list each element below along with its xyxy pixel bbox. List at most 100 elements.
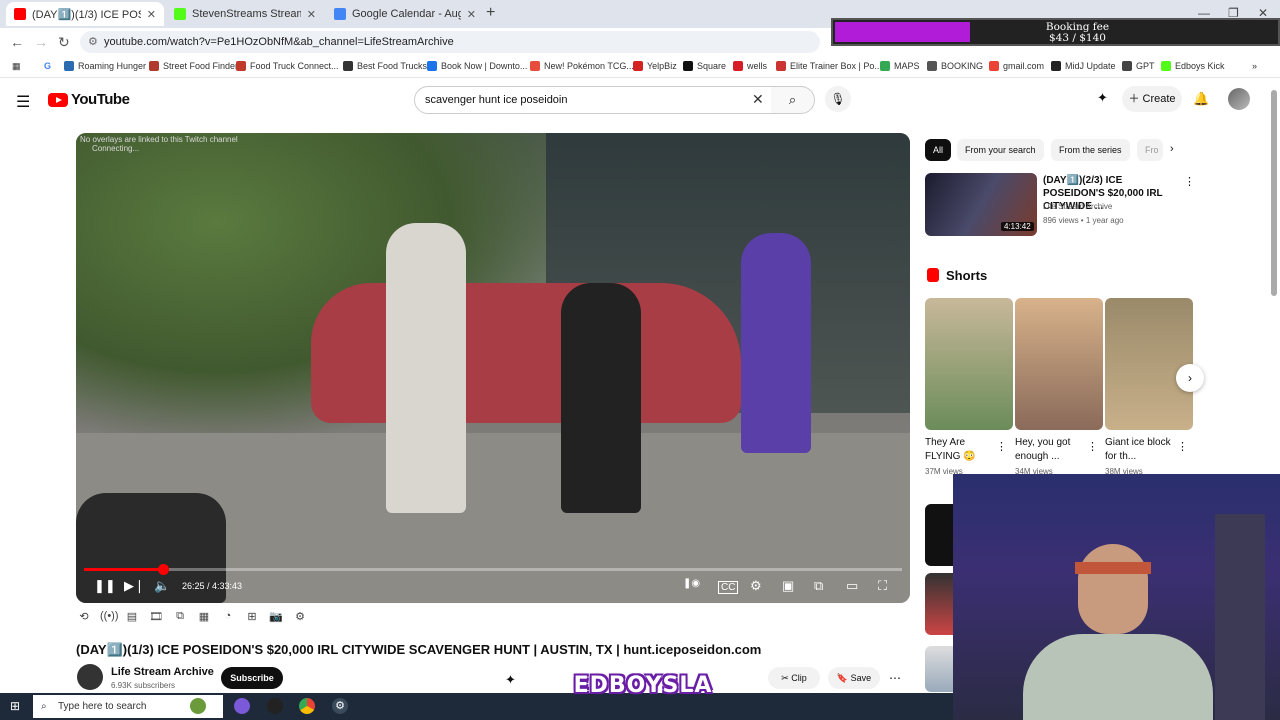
clip-button[interactable]: ✂ Clip	[768, 667, 820, 689]
miniplayer-icon[interactable]: ▣	[782, 578, 794, 594]
bookmark-item[interactable]: gmail.com	[989, 61, 1044, 71]
channel-avatar[interactable]	[77, 664, 103, 690]
tab-stevenstreams[interactable]: StevenStreams Stream - Watch ✕	[166, 2, 324, 26]
bookmark-item[interactable]: Food Truck Connect...	[236, 61, 339, 71]
chip-truncated[interactable]: Fro	[1137, 139, 1163, 161]
close-tab-icon[interactable]: ✕	[147, 8, 156, 21]
bookmark-item[interactable]: Roaming Hunger	[64, 61, 146, 71]
gear-icon[interactable]: ⚙	[292, 610, 308, 630]
screenshot-icon[interactable]: ▤	[124, 610, 140, 630]
search-button[interactable]: ⌕	[771, 86, 815, 114]
more-vert-icon[interactable]: ⋮	[1177, 440, 1188, 453]
settings-gear-icon[interactable]: ⚙	[332, 698, 348, 714]
extension-icon[interactable]: ✦	[1097, 90, 1108, 106]
next-video-icon[interactable]: ▶❘	[124, 578, 145, 594]
add-icon[interactable]: ⊞	[244, 610, 260, 630]
subscriber-count: 6.93K subscribers	[111, 681, 176, 690]
close-tab-icon[interactable]: ✕	[307, 8, 316, 21]
channel-name[interactable]: Life Stream Archive	[111, 666, 214, 678]
camera-icon[interactable]: 📷	[268, 610, 284, 630]
sidebar-thumbnail[interactable]	[925, 504, 955, 566]
chevron-right-icon[interactable]: ›	[1170, 143, 1174, 155]
short-thumbnail[interactable]	[1015, 298, 1103, 430]
short-title[interactable]: They Are FLYING 😳	[925, 436, 995, 464]
windows-start-icon[interactable]: ⊞	[10, 699, 20, 713]
recommended-channel[interactable]: Life Stream Archive	[1043, 202, 1112, 211]
short-title[interactable]: Giant ice block for th...	[1105, 436, 1175, 464]
bookmark-item[interactable]: Best Food Trucks	[343, 61, 427, 71]
audio-icon[interactable]: ((•))	[100, 610, 119, 630]
new-tab-button[interactable]: +	[486, 4, 495, 22]
more-actions-icon[interactable]: ⋯	[889, 671, 901, 685]
bookmark-item[interactable]: Edboys Kick	[1161, 61, 1225, 71]
bookmark-item[interactable]: BOOKING	[927, 61, 983, 71]
app-icon[interactable]	[267, 698, 283, 714]
menu-icon[interactable]: ☰	[16, 92, 30, 112]
more-bookmarks-icon[interactable]: »	[1252, 61, 1257, 71]
url-input[interactable]: ⚙ youtube.com/watch?v=Pe1HOzObNfM&ab_cha…	[80, 31, 820, 53]
sidebar-thumbnail[interactable]	[925, 573, 955, 635]
reload-icon[interactable]: ↻	[58, 34, 70, 51]
bookmark-item[interactable]: Square	[683, 61, 726, 71]
chrome-icon[interactable]	[299, 698, 315, 714]
settings-gear-icon[interactable]: ⚙	[750, 578, 762, 594]
chip-from-your-search[interactable]: From your search	[957, 139, 1044, 161]
google-icon[interactable]: G	[44, 61, 51, 71]
short-thumbnail[interactable]	[925, 298, 1013, 430]
more-vert-icon[interactable]: ⋮	[1184, 175, 1195, 188]
more-vert-icon[interactable]: ⋮	[1087, 440, 1098, 453]
fullscreen-icon[interactable]: ⛶	[878, 578, 887, 594]
tab-youtube[interactable]: (DAY1️⃣)(1/3) ICE POSEIDON ✕	[6, 2, 164, 26]
forward-icon[interactable]: →	[34, 34, 48, 50]
bookmark-item[interactable]: MAPS	[880, 61, 920, 71]
captions-icon[interactable]: CC	[718, 581, 739, 594]
bookmark-item[interactable]: Street Food Finder	[149, 61, 238, 71]
bookmark-item[interactable]: Elite Trainer Box | Po...	[776, 61, 882, 71]
volume-icon[interactable]: 🔈	[154, 578, 170, 594]
bookmark-item[interactable]: YelpBiz	[633, 61, 677, 71]
back-icon[interactable]: ←	[10, 34, 24, 50]
extension-icon[interactable]: ✦	[505, 672, 516, 688]
apps-grid-icon[interactable]: ▦	[12, 61, 21, 72]
video-player[interactable]: No overlays are linked to this Twitch ch…	[76, 133, 910, 603]
video-progress-bar[interactable]	[84, 564, 902, 575]
bookmark-item[interactable]: Book Now | Downto...	[427, 61, 527, 71]
user-avatar[interactable]	[1228, 88, 1250, 110]
notifications-bell-icon[interactable]: 🔔	[1193, 91, 1209, 107]
page-scrollbar[interactable]	[1271, 90, 1277, 296]
grid-icon[interactable]: ▦	[196, 610, 212, 630]
bookmark-item[interactable]: New! Pokémon TCG...	[530, 61, 634, 71]
pip-icon[interactable]: ⧉	[814, 578, 823, 594]
film-icon[interactable]: 🎞	[148, 610, 164, 630]
close-tab-icon[interactable]: ✕	[467, 8, 476, 21]
save-button[interactable]: 🔖 Save	[828, 667, 880, 689]
tab-google-calendar[interactable]: Google Calendar - August 2025 ✕	[326, 2, 484, 26]
create-button[interactable]: ＋ Create	[1122, 86, 1182, 112]
plant-widget-icon[interactable]	[190, 698, 206, 714]
bookmark-item[interactable]: MidJ Update	[1051, 61, 1116, 71]
shorts-next-button[interactable]: ›	[1176, 364, 1204, 392]
speed-icon[interactable]: ◔	[220, 610, 236, 630]
voice-search-button[interactable]: 🎙	[825, 86, 851, 112]
video-scrubber-handle[interactable]	[158, 564, 170, 575]
search-input[interactable]: scavenger hunt ice poseidoin	[414, 86, 772, 114]
popout-icon[interactable]: ⧉	[172, 610, 188, 630]
chip-from-the-series[interactable]: From the series	[1051, 139, 1130, 161]
autoplay-toggle[interactable]: ❚◉	[683, 578, 700, 589]
bookmark-item[interactable]: GPT	[1122, 61, 1155, 71]
short-thumbnail[interactable]	[1105, 298, 1193, 430]
site-info-icon[interactable]: ⚙	[88, 31, 98, 53]
theater-mode-icon[interactable]: ▭	[846, 578, 858, 594]
loop-icon[interactable]: ⟲	[76, 610, 92, 630]
subscribe-button[interactable]: Subscribe	[221, 667, 283, 689]
sidebar-thumbnail[interactable]	[925, 646, 955, 692]
chip-all[interactable]: All	[925, 139, 952, 161]
bookmark-item[interactable]: wells	[733, 61, 767, 71]
app-icon[interactable]	[234, 698, 250, 714]
bookmark-label: Food Truck Connect...	[250, 61, 339, 71]
clear-search-icon[interactable]: ✕	[752, 91, 764, 108]
more-vert-icon[interactable]: ⋮	[996, 440, 1007, 453]
youtube-logo[interactable]: YouTube	[48, 91, 130, 108]
short-title[interactable]: Hey, you got enough ...	[1015, 436, 1085, 464]
pause-icon[interactable]: ❚❚	[94, 578, 116, 594]
